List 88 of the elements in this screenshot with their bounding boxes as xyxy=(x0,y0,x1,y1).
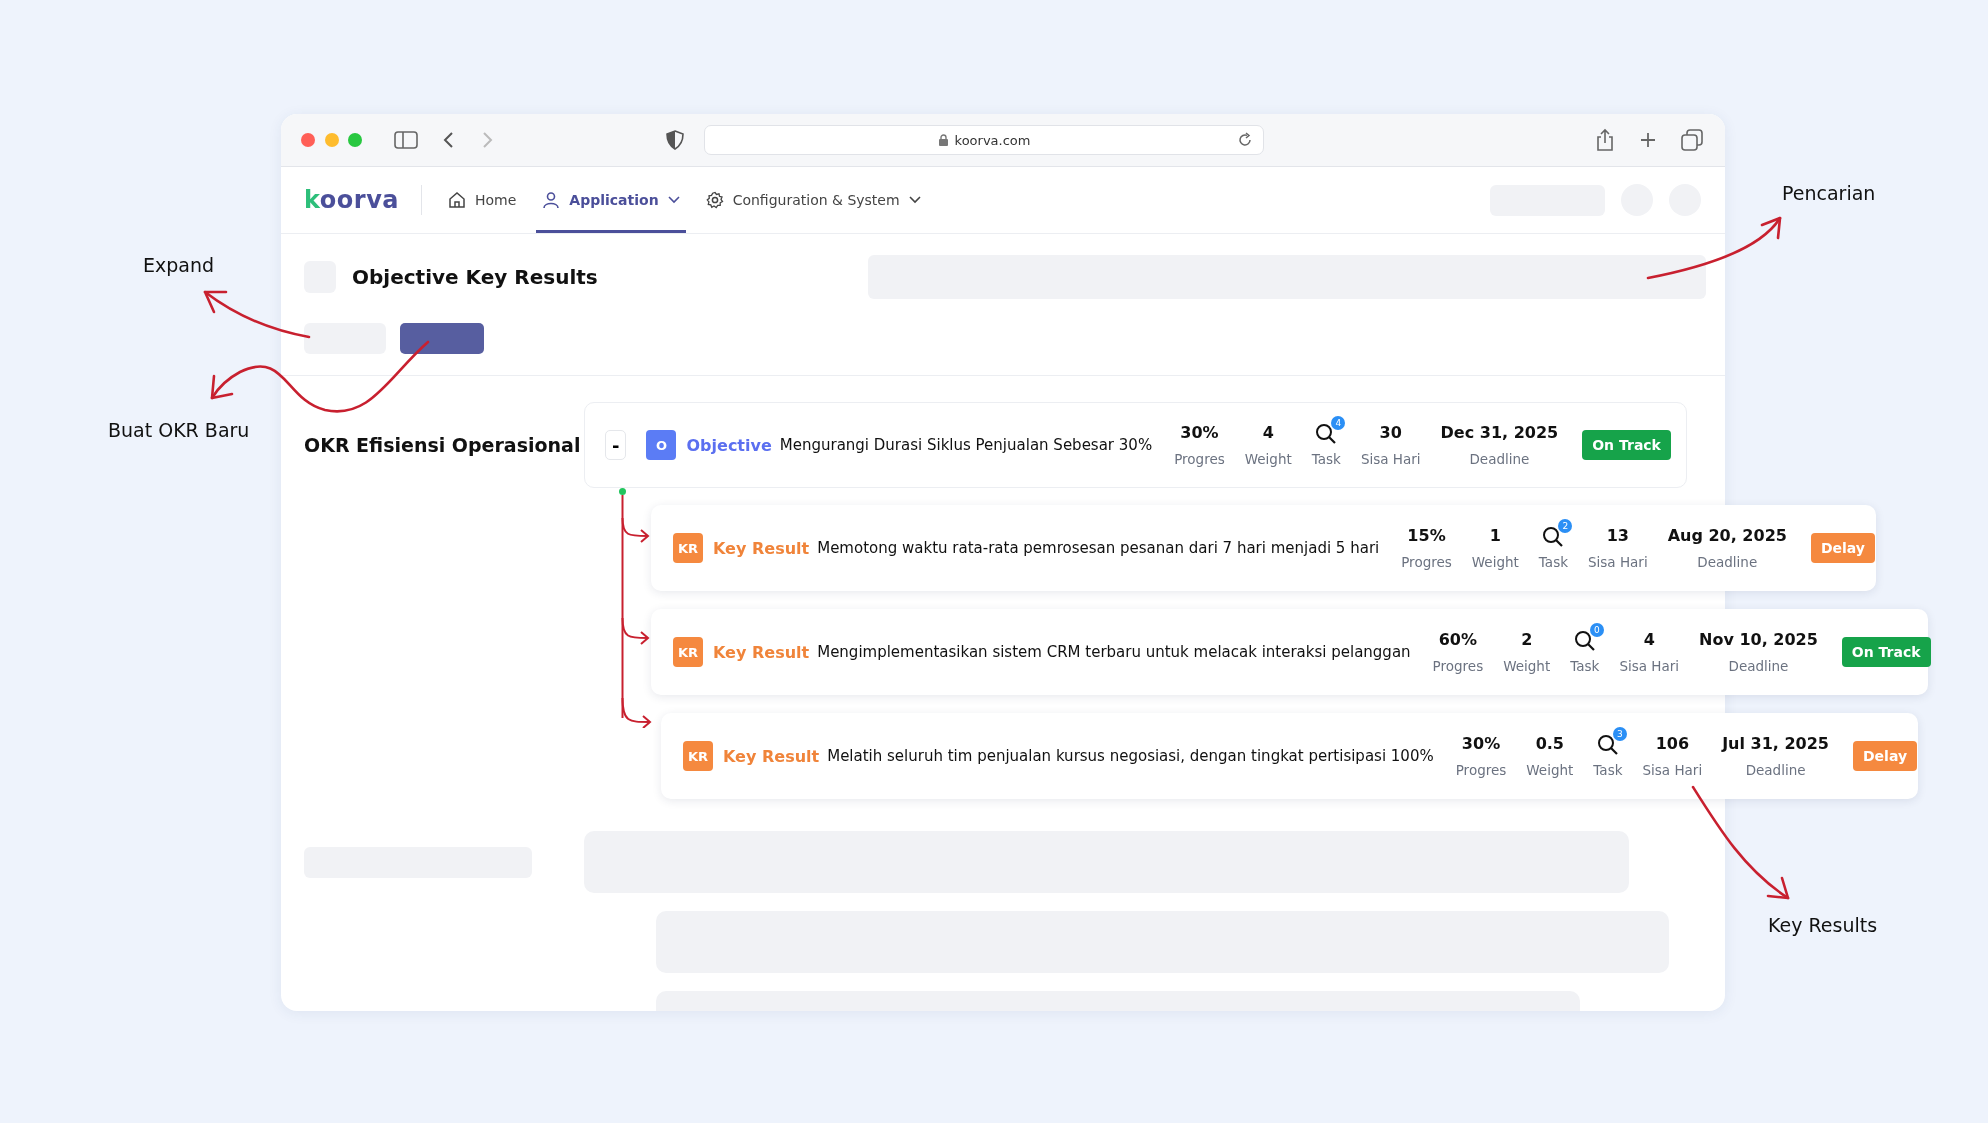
status-badge: Delay xyxy=(1853,741,1918,771)
stat-value: 106 xyxy=(1655,734,1690,755)
stat-value: 1 xyxy=(1489,526,1501,547)
stat-label: Sisa Hari xyxy=(1619,658,1680,674)
task-count-badge: 4 xyxy=(1331,416,1346,430)
key-result-text: Memotong waktu rata-rata pemrosesan pesanan dari 7 hari menjadi 5 hari xyxy=(817,539,1380,557)
annotation-label: Pencarian xyxy=(1782,182,1876,204)
shield-icon[interactable] xyxy=(666,130,684,150)
nav-tab[interactable]: Home xyxy=(442,167,523,233)
stat-value: 60% xyxy=(1438,630,1478,651)
annotation-label: Buat OKR Baru xyxy=(108,419,250,441)
type-label: Objective xyxy=(686,435,772,455)
stat-label: Sisa Hari xyxy=(1642,762,1703,778)
home-icon xyxy=(448,191,466,209)
window-controls-icon[interactable] xyxy=(300,132,362,148)
status-badge: On Track xyxy=(1841,637,1931,667)
stat-label: Task xyxy=(1538,554,1568,570)
task-count-badge: 0 xyxy=(1589,623,1604,637)
tabs-overview-icon[interactable] xyxy=(1681,129,1703,151)
stat-value: 30% xyxy=(1461,734,1501,755)
new-tab-icon[interactable] xyxy=(1639,131,1657,149)
stat-label: Task xyxy=(1593,762,1623,778)
page-title: Objective Key Results xyxy=(352,265,598,289)
nav-tab[interactable]: Configuration & System xyxy=(699,167,927,233)
gear-icon xyxy=(705,191,724,209)
key-result-text: Mengimplementasikan sistem CRM terbaru untuk melacak interaksi pelanggan xyxy=(817,643,1411,661)
status-badge: On Track xyxy=(1582,430,1671,460)
stat-label: Weight xyxy=(1526,762,1574,778)
reload-icon[interactable] xyxy=(1237,132,1253,148)
stat-label: Weight xyxy=(1503,658,1551,674)
stat-label: Deadline xyxy=(1745,762,1806,778)
stat-value: Jul 31, 2025 xyxy=(1722,734,1829,755)
task-count-badge: 3 xyxy=(1612,727,1627,741)
stat-label: Progres xyxy=(1401,554,1452,570)
stat-value: Nov 10, 2025 xyxy=(1699,630,1818,651)
key-result-badge: KR xyxy=(673,637,703,667)
type-label: Key Result xyxy=(713,538,810,558)
stat-value: Aug 20, 2025 xyxy=(1667,526,1787,547)
stat-label: Deadline xyxy=(1697,554,1758,570)
stat-label: Progres xyxy=(1174,451,1225,467)
type-label: Key Result xyxy=(723,746,820,766)
key-result-text: Melatih seluruh tim penjualan kursus negosiasi, dengan tingkat pertisipasi 100% xyxy=(827,747,1434,765)
objective-badge: O xyxy=(646,430,677,460)
stat-label: Task xyxy=(1570,658,1600,674)
sidebar-icon[interactable] xyxy=(394,130,418,150)
stat-value: 4 xyxy=(1643,630,1655,651)
stat-label: Weight xyxy=(1244,451,1292,467)
type-label: Key Result xyxy=(713,642,810,662)
key-result-badge: KR xyxy=(673,533,703,563)
back-icon[interactable] xyxy=(442,130,456,150)
status-badge: Delay xyxy=(1810,533,1875,563)
stat-label: Deadline xyxy=(1728,658,1789,674)
stat-label: Progres xyxy=(1432,658,1484,674)
user-icon xyxy=(542,191,561,209)
key-result-badge: KR xyxy=(683,741,713,771)
stat-value: 30% xyxy=(1180,423,1219,444)
lock-icon xyxy=(937,133,949,147)
search-field[interactable] xyxy=(868,255,1706,299)
logo[interactable]: koorva xyxy=(304,186,399,214)
search-icon[interactable] xyxy=(1573,630,1596,652)
chevron-down-icon xyxy=(908,196,921,204)
task-count-badge: 2 xyxy=(1558,519,1573,533)
stat-value: Dec 31, 2025 xyxy=(1440,423,1559,444)
stat-value: 13 xyxy=(1606,526,1629,547)
address-bar[interactable]: koorva.com xyxy=(704,125,1264,155)
search-icon[interactable] xyxy=(1542,526,1565,548)
annotation-label: Expand xyxy=(143,254,215,276)
stat-label: Task xyxy=(1311,451,1341,467)
stat-value: 2 xyxy=(1521,630,1533,651)
search-icon[interactable] xyxy=(1596,734,1619,756)
stat-value: 30 xyxy=(1379,423,1402,444)
stat-value: 0.5 xyxy=(1535,734,1564,755)
objective-text: Mengurangi Durasi Siklus Penjualan Sebesar 30% xyxy=(779,436,1153,454)
annotation-label: Key Results xyxy=(1768,914,1878,936)
chevron-down-icon xyxy=(667,196,680,204)
stat-label: Sisa Hari xyxy=(1588,554,1648,570)
nav-tab[interactable]: Application xyxy=(536,167,686,233)
search-icon[interactable] xyxy=(1315,423,1338,445)
url-text: koorva.com xyxy=(954,132,1031,148)
stat-label: Progres xyxy=(1455,762,1507,778)
stat-label: Sisa Hari xyxy=(1360,451,1421,467)
stat-value: 4 xyxy=(1262,423,1274,444)
okr-group-title: OKR Efisiensi Operasional xyxy=(304,434,582,456)
stat-value: 15% xyxy=(1407,526,1446,547)
stat-label: Weight xyxy=(1471,554,1519,570)
share-icon[interactable] xyxy=(1595,128,1615,152)
stat-label: Deadline xyxy=(1469,451,1530,467)
collapse-button[interactable]: - xyxy=(605,430,627,460)
